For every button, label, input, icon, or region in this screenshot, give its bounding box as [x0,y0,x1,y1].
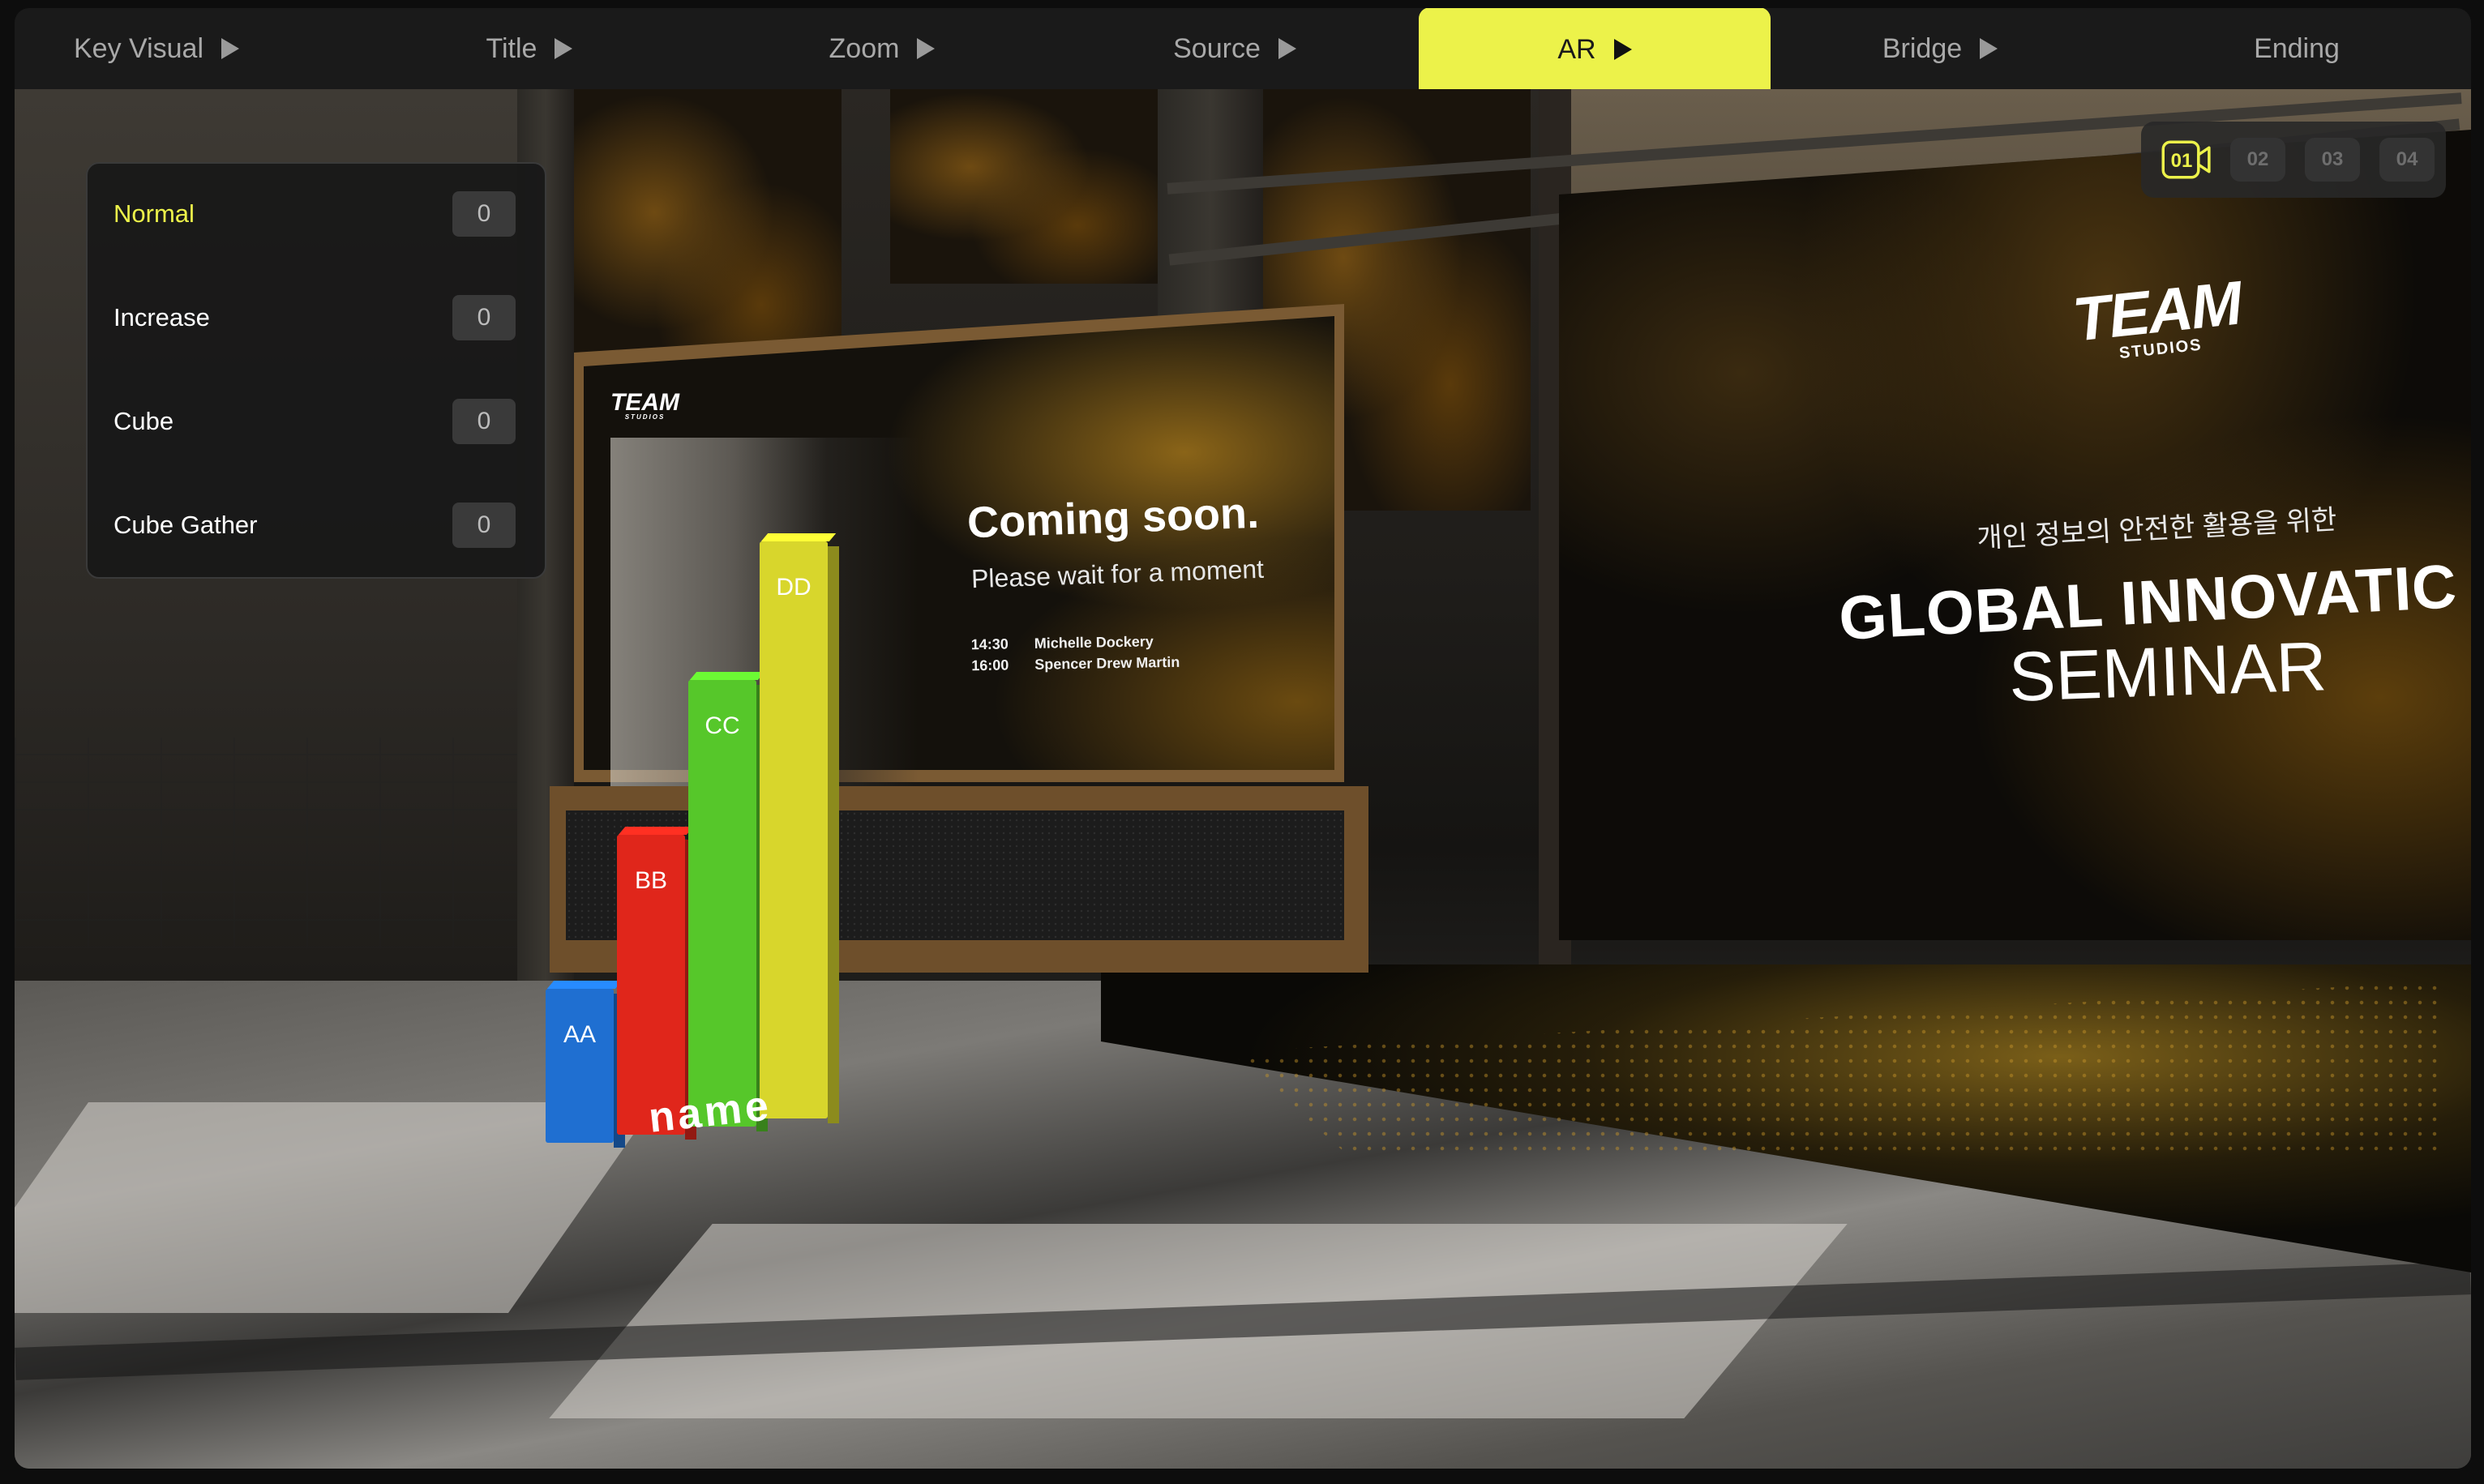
play-icon [1613,39,1632,60]
bar-top [760,532,837,541]
tab-label: Ending [2254,32,2340,64]
mode-value[interactable]: 0 [452,503,516,548]
schedule-time: 16:00 [971,656,1009,674]
app-frame: Key Visual Title Zoom Source AR Bridge E… [15,8,2471,1469]
camera-selector: 01 02 03 04 [2141,122,2446,198]
logo-text: TEAM [2069,268,2244,355]
mode-label: Cube Gather [113,511,258,539]
bar-top [618,826,694,835]
seminar-subtitle: SEMINAR [2007,627,2328,716]
mode-item-cube[interactable]: Cube 0 [88,389,545,454]
camera-number: 01 [2170,150,2193,172]
logo-text: TEAM [610,389,679,416]
animation-mode-panel: Normal 0 Increase 0 Cube 0 Cube Gather 0 [86,162,546,579]
tab-label: Title [486,32,537,64]
tab-label: Bridge [1882,32,1963,64]
mode-item-normal[interactable]: Normal 0 [88,182,545,246]
hanging-panel [890,89,1158,284]
schedule: 14:30 Michelle Dockery 16:00 Spencer Drew … [971,631,1180,676]
tab-key-visual[interactable]: Key Visual [63,8,250,89]
mode-label: Normal [113,199,195,228]
mode-value[interactable]: 0 [452,399,516,444]
camera-04-button[interactable]: 04 [2379,138,2435,182]
play-icon [917,38,936,59]
ar-bar-cc: CC [688,672,768,1131]
tab-bridge[interactable]: Bridge [1847,8,2033,89]
ar-bar-label: DD [776,573,812,601]
ar-bar-label: CC [705,712,740,739]
ar-bar-label: AA [563,1021,597,1048]
bar-top [689,672,765,680]
mode-value[interactable]: 0 [452,191,516,237]
tab-label: Source [1173,32,1261,64]
camera-01-button[interactable]: 01 [2157,138,2216,182]
bar-top [546,981,623,989]
tab-label: AR [1557,33,1596,65]
mode-label: Cube [113,407,174,435]
mode-item-cube-gather[interactable]: Cube Gather 0 [88,493,545,558]
ar-bar-bb: BB [617,826,696,1140]
tab-ending[interactable]: Ending [2203,8,2390,89]
tab-label: Zoom [829,32,900,64]
schedule-row: 16:00 Spencer Drew Martin [971,652,1180,676]
tab-source[interactable]: Source [1141,8,1328,89]
camera-number: 04 [2396,148,2418,170]
mode-label: Increase [113,303,210,331]
tab-ar[interactable]: AR [1419,8,1771,92]
play-icon [221,38,240,59]
play-icon [1278,38,1296,59]
tab-zoom[interactable]: Zoom [789,8,975,89]
bar-side [828,545,839,1123]
play-icon [1980,38,1998,59]
ar-bar-dd: DD [760,532,839,1123]
tab-label: Key Visual [73,32,204,64]
ar-bar-aa: AA [546,981,625,1148]
camera-number: 02 [2246,148,2269,170]
ar-bar-label: BB [634,866,668,894]
play-icon [555,38,573,59]
camera-03-button[interactable]: 03 [2305,138,2360,182]
tab-title[interactable]: Title [436,8,623,89]
schedule-name: Michelle Dockery [1034,633,1154,652]
brick-wall [15,738,533,948]
headline: Coming soon. [966,488,1260,548]
camera-number: 03 [2321,148,2344,170]
mode-value[interactable]: 0 [452,295,516,340]
camera-02-button[interactable]: 02 [2230,138,2285,182]
schedule-name: Spencer Drew Martin [1034,653,1180,673]
team-studios-logo: TEAM STUDIOS [610,389,679,421]
scene-tab-bar: Key Visual Title Zoom Source AR Bridge E… [15,8,2471,92]
mode-item-increase[interactable]: Increase 0 [88,285,545,350]
schedule-time: 14:30 [970,635,1009,653]
